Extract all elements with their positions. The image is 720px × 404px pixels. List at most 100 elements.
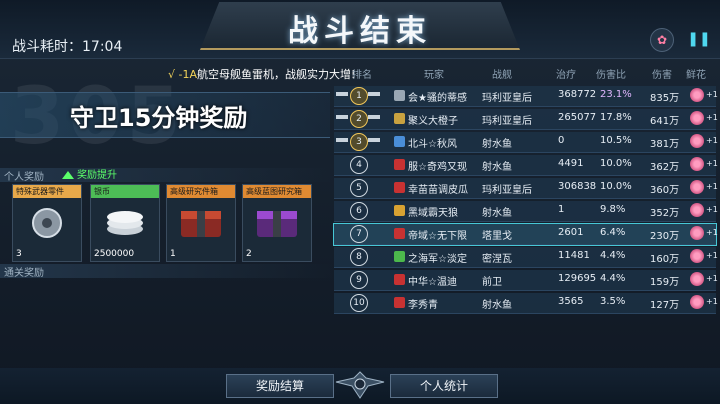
footprint-icon[interactable]: ❚❚ bbox=[687, 28, 710, 50]
give-flower-icon[interactable] bbox=[690, 88, 704, 102]
battle-time-value: 17:04 bbox=[82, 39, 123, 55]
rank-wing-icon bbox=[336, 92, 348, 96]
heal-value: 3565 bbox=[558, 296, 584, 307]
col-flower: 鲜花 bbox=[686, 70, 706, 81]
damage-ratio: 10.5% bbox=[600, 135, 632, 146]
damage-value: 362万 bbox=[650, 162, 680, 173]
guild-flag-icon bbox=[394, 274, 405, 285]
rank-badge: 2 bbox=[350, 110, 368, 128]
player-name: 服☆奇鸡又现 bbox=[408, 162, 467, 173]
player-name: 聚义大橙子 bbox=[408, 116, 458, 127]
player-name: 幸苗苗调皮瓜 bbox=[408, 185, 468, 196]
table-row[interactable]: 10 李秀青 射水鱼 3565 3.5% 127万 +1 bbox=[334, 293, 718, 314]
player-name: 会★骚的蒂感 bbox=[408, 93, 467, 104]
flower-count: +1 bbox=[706, 251, 718, 260]
damage-ratio: 3.5% bbox=[600, 296, 626, 307]
ship-name: 射水鱼 bbox=[482, 208, 512, 219]
rank-badge: 7 bbox=[350, 225, 368, 243]
up-arrow-icon bbox=[62, 171, 74, 179]
give-flower-icon[interactable] bbox=[690, 111, 704, 125]
rank-badge: 6 bbox=[350, 202, 368, 220]
guild-flag-icon bbox=[394, 136, 405, 147]
reward-card-quantity: 2500000 bbox=[94, 249, 135, 259]
battle-time-label: 战斗耗时： bbox=[12, 39, 82, 55]
rank-badge: 9 bbox=[350, 271, 368, 289]
reward-card-name: 高级研究件箱 bbox=[167, 185, 235, 198]
reward-card-quantity: 2 bbox=[246, 249, 252, 259]
give-flower-icon[interactable] bbox=[690, 272, 704, 286]
reward-card[interactable]: 银币 2500000 bbox=[90, 184, 160, 262]
reward-boost-label: 奖励提升 bbox=[77, 170, 117, 181]
damage-value: 160万 bbox=[650, 254, 680, 265]
reward-boost[interactable]: 奖励提升 bbox=[62, 166, 117, 181]
rank-badge: 5 bbox=[350, 179, 368, 197]
reward-card[interactable]: 高级蓝图研究箱 2 bbox=[242, 184, 312, 262]
table-row[interactable]: 9 中华☆温迪 前卫 129695 4.4% 159万 +1 bbox=[334, 270, 718, 291]
reward-settle-button[interactable]: 奖励结算 bbox=[226, 374, 334, 398]
rose-icon[interactable]: ✿ bbox=[650, 28, 674, 52]
give-flower-icon[interactable] bbox=[690, 157, 704, 171]
clear-reward-label: 通关奖励 bbox=[0, 264, 334, 279]
give-flower-icon[interactable] bbox=[690, 249, 704, 263]
heal-value: 368772 bbox=[558, 89, 597, 100]
table-row[interactable]: 7 帝域☆无下限 塔里戈 2601 6.4% 230万 +1 bbox=[333, 223, 718, 246]
flower-count: +1 bbox=[706, 274, 718, 283]
table-row[interactable]: 4 服☆奇鸡又现 射水鱼 4491 10.0% 362万 +1 bbox=[334, 155, 718, 176]
guild-flag-icon bbox=[394, 90, 405, 101]
flower-count: +1 bbox=[706, 205, 718, 214]
damage-value: 381万 bbox=[650, 139, 680, 150]
rank-badge: 10 bbox=[350, 294, 368, 312]
give-flower-icon[interactable] bbox=[690, 226, 704, 240]
table-row[interactable]: 5 幸苗苗调皮瓜 玛利亚皇后 306838 10.0% 360万 +1 bbox=[334, 178, 718, 199]
reward-card[interactable]: 特殊武器零件 3 bbox=[12, 184, 82, 262]
scoreboard: 排名 玩家 战舰 治疗 伤害比 伤害 鲜花 1 会★骚的蒂感 玛利亚皇后 368772… bbox=[332, 62, 718, 318]
reward-title: 守卫15分钟奖励 bbox=[70, 104, 248, 132]
guild-flag-icon bbox=[394, 159, 405, 170]
table-row[interactable]: 1 会★骚的蒂感 玛利亚皇后 368772 23.1% 835万 +1 bbox=[334, 86, 718, 107]
reward-item-icon bbox=[181, 211, 221, 237]
reward-item-icon bbox=[32, 208, 62, 238]
battle-time: 战斗耗时：17:04 bbox=[12, 36, 122, 56]
col-ship: 战舰 bbox=[492, 70, 512, 81]
give-flower-icon[interactable] bbox=[690, 203, 704, 217]
rank-badge: 1 bbox=[350, 87, 368, 105]
damage-ratio: 9.8% bbox=[600, 204, 626, 215]
table-row[interactable]: 3 北斗☆秋风 射水鱼 0 10.5% 381万 +1 bbox=[334, 132, 718, 153]
damage-value: 159万 bbox=[650, 277, 680, 288]
damage-ratio: 17.8% bbox=[600, 112, 632, 123]
scoreboard-header: 排名 玩家 战舰 治疗 伤害比 伤害 鲜花 bbox=[332, 62, 718, 82]
damage-ratio: 6.4% bbox=[600, 227, 626, 238]
rank-wing-icon bbox=[336, 138, 348, 142]
rank-badge: 3 bbox=[350, 133, 368, 151]
rank-wing-icon bbox=[368, 115, 380, 119]
heal-value: 306838 bbox=[558, 181, 597, 192]
heal-value: 0 bbox=[558, 135, 565, 146]
reward-card[interactable]: 高级研究件箱 1 bbox=[166, 184, 236, 262]
rank-wing-icon bbox=[368, 138, 380, 142]
heal-value: 265077 bbox=[558, 112, 597, 123]
damage-value: 352万 bbox=[650, 208, 680, 219]
personal-stats-button[interactable]: 个人统计 bbox=[390, 374, 498, 398]
give-flower-icon[interactable] bbox=[690, 134, 704, 148]
col-player: 玩家 bbox=[424, 70, 444, 81]
reward-card-name: 银币 bbox=[91, 185, 159, 198]
guild-flag-icon bbox=[394, 297, 405, 308]
table-row[interactable]: 6 黑域霸天狼 射水鱼 1 9.8% 352万 +1 bbox=[334, 201, 718, 222]
table-row[interactable]: 8 之海军☆淡定 密涅瓦 11481 4.4% 160万 +1 bbox=[334, 247, 718, 268]
damage-value: 127万 bbox=[650, 300, 680, 311]
flower-count: +1 bbox=[706, 90, 718, 99]
ship-name: 密涅瓦 bbox=[482, 254, 512, 265]
personal-reward-label: 个人奖励 bbox=[0, 168, 334, 183]
reward-item-icon bbox=[107, 211, 143, 235]
table-row[interactable]: 2 聚义大橙子 玛利亚皇后 265077 17.8% 641万 +1 bbox=[334, 109, 718, 130]
guild-flag-icon bbox=[394, 182, 405, 193]
damage-value: 835万 bbox=[650, 93, 680, 104]
give-flower-icon[interactable] bbox=[690, 180, 704, 194]
ship-name: 射水鱼 bbox=[482, 300, 512, 311]
rank-wing-icon bbox=[368, 92, 380, 96]
player-name: 之海军☆淡定 bbox=[408, 254, 467, 265]
give-flower-icon[interactable] bbox=[690, 295, 704, 309]
heal-value: 129695 bbox=[558, 273, 597, 284]
guild-flag-icon bbox=[394, 113, 405, 124]
col-dmg: 伤害 bbox=[652, 70, 672, 81]
